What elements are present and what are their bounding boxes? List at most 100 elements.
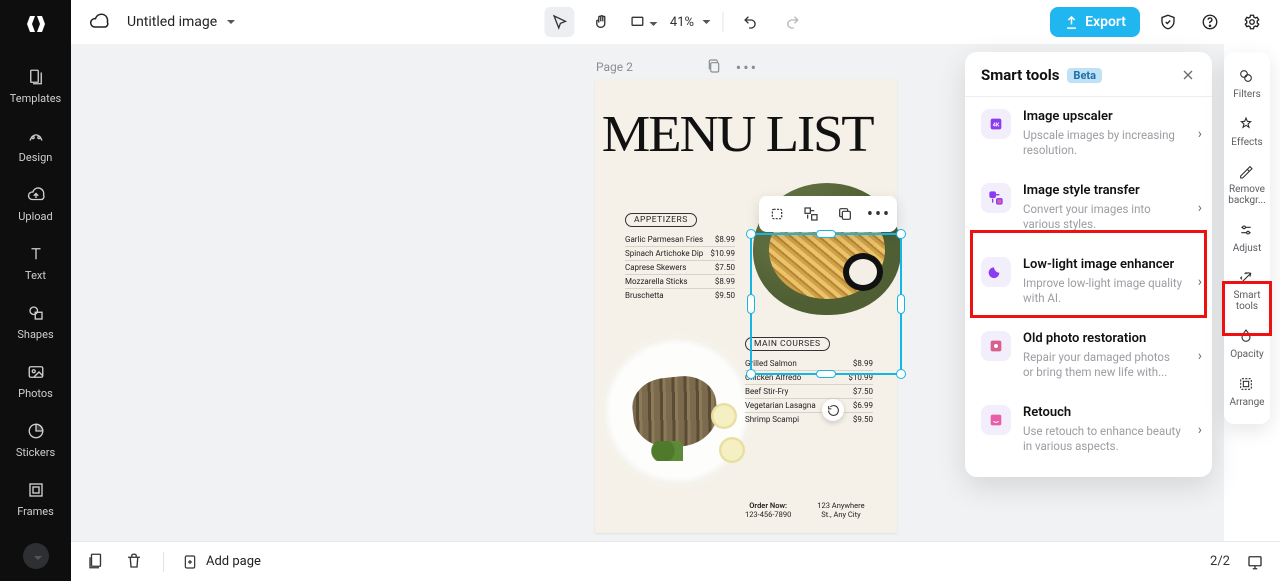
present-icon[interactable] (1246, 553, 1264, 571)
export-label: Export (1085, 14, 1126, 30)
replace-icon[interactable] (801, 204, 821, 224)
chevron-right-icon: › (1198, 200, 1202, 216)
nav-templates[interactable]: Templates (0, 58, 71, 117)
zoom-value: 41% (670, 15, 694, 30)
page-more-icon[interactable]: ••• (736, 58, 758, 77)
page-label: Page 2 (596, 60, 633, 74)
right-properties-rail: Filters Effects Removebackgr... Adjust Smart… (1224, 52, 1270, 424)
nav-frames[interactable]: Frames (0, 471, 71, 530)
duplicate-page-icon[interactable] (706, 58, 722, 77)
more-menu[interactable] (23, 543, 49, 569)
resize-handle-b[interactable] (816, 370, 836, 378)
rail-icon (1238, 164, 1256, 182)
help-icon[interactable] (1196, 8, 1224, 36)
selection-box[interactable] (750, 233, 902, 375)
page-action-icons: ••• (706, 58, 758, 77)
rail-effects[interactable]: Effects (1224, 108, 1270, 156)
nav-stickers[interactable]: Stickers (0, 412, 71, 471)
rail-arrange[interactable]: Arrange (1224, 368, 1270, 416)
top-bar: Untitled image 41% Export (71, 0, 1280, 44)
fish-image[interactable] (599, 333, 755, 489)
menu-title: MENU LIST (602, 105, 904, 164)
tool-desc: Convert your images into various styles. (1023, 202, 1183, 233)
smart-tool-image-style-transfer[interactable]: Image style transfer Convert your images … (965, 171, 1212, 245)
chevron-right-icon: › (1198, 348, 1202, 364)
chevron-down-icon (30, 547, 42, 566)
rail-opacity[interactable]: Opacity (1224, 320, 1270, 368)
resize-handle-t[interactable] (816, 230, 836, 238)
cloud-sync-icon[interactable] (85, 8, 113, 36)
bottom-bar: Add page 2/2 (71, 541, 1280, 581)
rail-icon (1238, 116, 1256, 134)
app-logo[interactable] (22, 10, 50, 38)
resize-handle-bl[interactable] (746, 369, 756, 379)
copy-icon[interactable] (835, 204, 855, 224)
menu-item-price: $9.50 (715, 291, 735, 300)
rail-label: Opacity (1230, 349, 1264, 360)
document-title[interactable]: Untitled image (127, 14, 235, 30)
tool-icon (981, 405, 1011, 435)
rail-icon (1238, 270, 1256, 288)
rotate-handle[interactable] (822, 399, 844, 421)
rail-icon (1238, 68, 1256, 86)
resize-handle-r[interactable] (897, 294, 905, 314)
nav-text[interactable]: Text (0, 235, 71, 294)
rail-remove-backgr-[interactable]: Removebackgr... (1224, 156, 1270, 214)
nav-upload[interactable]: Upload (0, 176, 71, 235)
frame-tool[interactable] (628, 7, 658, 37)
smart-tool-retouch[interactable]: Retouch Use retouch to enhance beauty in … (965, 393, 1212, 467)
menu-row: Bruschetta$9.50 (625, 289, 735, 302)
resize-handle-tl[interactable] (746, 229, 756, 239)
menu-item-name: Spinach Artichoke Dip (625, 249, 703, 258)
appetizers-section: APPETIZERS Garlic Parmesan Fries$8.99Spi… (625, 207, 735, 302)
smart-tools-title: Smart tools (981, 66, 1059, 84)
menu-item-name: Garlic Parmesan Fries (625, 235, 703, 244)
tool-title: Image style transfer (1023, 183, 1183, 200)
rail-adjust[interactable]: Adjust (1224, 214, 1270, 262)
tool-desc: Improve low-light image quality with AI. (1023, 276, 1183, 307)
rail-label: Removebackgr... (1228, 185, 1266, 206)
rail-label: Smarttools (1233, 291, 1260, 312)
nav-photos[interactable]: Photos (0, 353, 71, 412)
redo-button[interactable] (777, 7, 807, 37)
crop-icon[interactable] (767, 204, 787, 224)
undo-button[interactable] (735, 7, 765, 37)
templates-icon (27, 68, 45, 88)
rail-label: Filters (1233, 89, 1261, 100)
resize-handle-br[interactable] (896, 369, 906, 379)
more-icon[interactable]: ••• (869, 204, 889, 224)
menu-item-price: $7.50 (715, 263, 735, 272)
menu-item-name: Caprese Skewers (625, 263, 686, 272)
pages-icon[interactable] (87, 552, 107, 572)
smart-tool-old-photo-restoration[interactable]: Old photo restorationRepair your damaged… (965, 319, 1212, 393)
nav-shapes[interactable]: Shapes (0, 294, 71, 353)
rail-smart-tools[interactable]: Smarttools (1224, 262, 1270, 320)
resize-handle-tr[interactable] (896, 229, 906, 239)
menu-row: Beef Stir-Fry$7.50 (745, 385, 873, 399)
chevron-right-icon: › (1198, 126, 1202, 142)
zoom-level[interactable]: 41% (670, 15, 710, 30)
menu-item-price: $9.50 (853, 415, 873, 424)
smart-tool-image-upscaler[interactable]: 4KImage upscalerUpscale images by increa… (965, 97, 1212, 171)
menu-footer: Order Now:123-456-7890 123 AnywhereSt., … (745, 501, 865, 519)
close-icon[interactable] (1180, 67, 1196, 83)
nav-design[interactable]: Design (0, 117, 71, 176)
resize-handle-l[interactable] (747, 294, 755, 314)
smart-tool-low-light-image-enhancer[interactable]: Low-light image enhancerImprove low-ligh… (965, 245, 1212, 319)
tool-desc: Repair your damaged photos or bring them… (1023, 350, 1183, 381)
menu-item-name: Beef Stir-Fry (745, 387, 788, 396)
menu-item-price: $8.99 (715, 277, 735, 286)
menu-item-name: Mozzarella Sticks (625, 277, 688, 286)
shield-icon[interactable] (1154, 8, 1182, 36)
cursor-tool[interactable] (544, 7, 574, 37)
tool-desc: Use retouch to enhance beauty in various… (1023, 424, 1183, 455)
rail-icon (1238, 328, 1256, 346)
tool-title: Retouch (1023, 405, 1183, 422)
settings-icon[interactable] (1238, 8, 1266, 36)
add-page-button[interactable]: Add page (182, 554, 261, 570)
hand-tool[interactable] (586, 7, 616, 37)
rail-filters[interactable]: Filters (1224, 60, 1270, 108)
rail-icon (1238, 222, 1256, 240)
export-button[interactable]: Export (1050, 7, 1140, 37)
delete-icon[interactable] (125, 552, 145, 572)
